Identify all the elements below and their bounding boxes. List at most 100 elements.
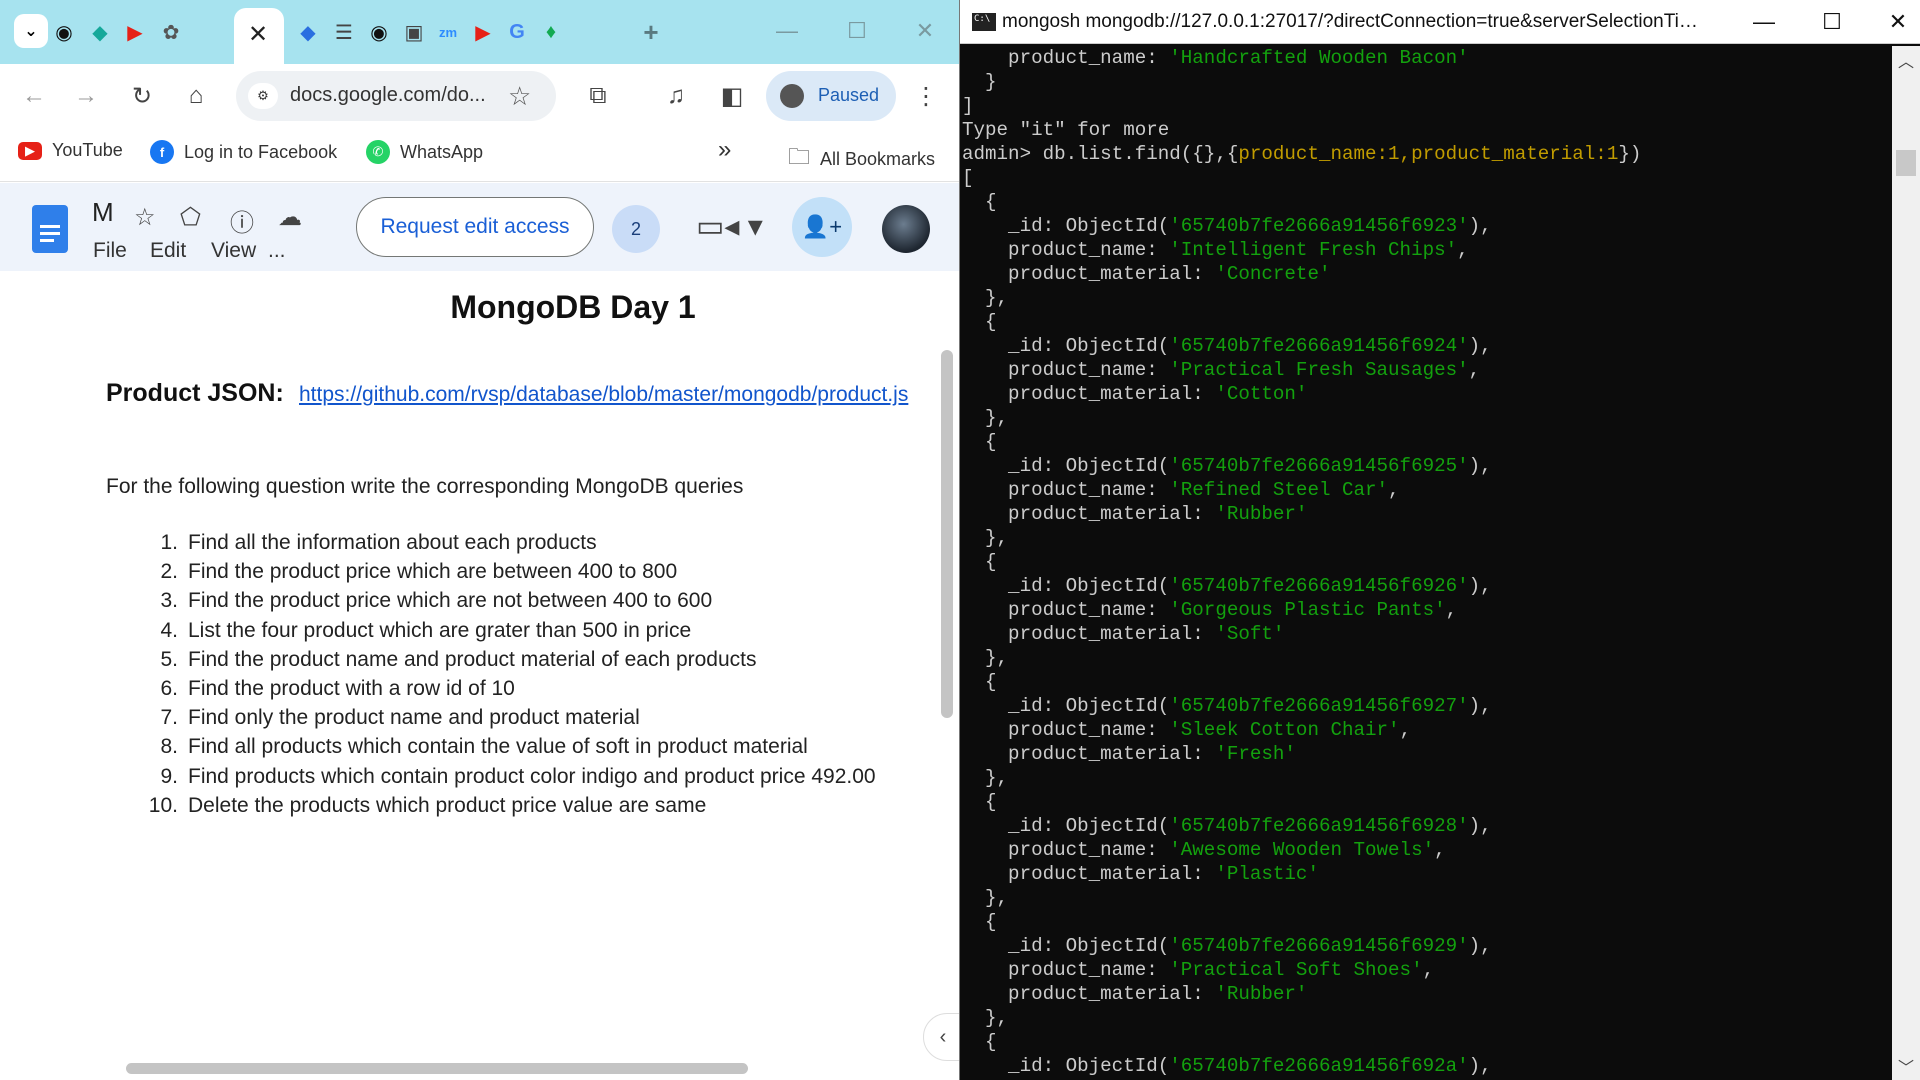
close-tab-icon[interactable]: ✕	[248, 20, 268, 49]
terminal-output[interactable]: product_name: 'Handcrafted Wooden Bacon'…	[962, 46, 1892, 1080]
menu-view[interactable]: View	[211, 239, 256, 263]
question-number: 8.	[160, 735, 178, 759]
profile-paused-button[interactable]: Paused	[766, 71, 896, 121]
menu-edit[interactable]: Edit	[150, 239, 186, 263]
bookmark-label: WhatsApp	[400, 141, 484, 162]
terminal-line: },	[962, 527, 1009, 549]
avatar[interactable]	[882, 205, 930, 253]
request-edit-access-button[interactable]: Request edit access	[356, 197, 594, 257]
youtube-icon: ▶	[18, 141, 42, 160]
terminal-line: ]	[962, 95, 974, 117]
tab-youtube-icon[interactable]: ▶	[120, 17, 150, 47]
scroll-thumb[interactable]	[1896, 150, 1916, 176]
tab-jira-icon[interactable]: ◆	[293, 17, 323, 47]
minimize-icon[interactable]: —	[770, 14, 804, 48]
question-item: 8. Find all products which contain the va…	[138, 735, 876, 764]
bookmark-facebook[interactable]: f Log in to Facebook	[150, 140, 337, 164]
terminal-line: product_name: 'Practical Soft Shoes',	[962, 959, 1435, 981]
terminal-line: product_name: 'Intelligent Fresh Chips',	[962, 239, 1469, 261]
new-tab-button[interactable]: +	[636, 17, 666, 47]
tab-github-icon[interactable]: ◉	[49, 17, 79, 47]
menu-more[interactable]: ...	[268, 239, 286, 263]
tab-chatgpt-icon[interactable]: ✿	[156, 17, 186, 47]
star-icon[interactable]: ☆	[134, 203, 156, 232]
question-item: 5. Find the product name and product mate…	[138, 648, 876, 677]
collaborators-badge[interactable]: 2	[612, 205, 660, 253]
minimize-icon[interactable]: —	[1744, 6, 1784, 38]
maximize-icon[interactable]: ☐	[1812, 6, 1852, 38]
tab-zoom-icon[interactable]: zm	[433, 17, 463, 47]
question-item: 2. Find the product price which are betwe…	[138, 560, 876, 589]
tab-google-icon[interactable]: G	[502, 17, 532, 47]
question-number: 6.	[160, 676, 178, 700]
product-json-link[interactable]: https://github.com/rvsp/database/blob/ma…	[299, 383, 908, 407]
all-bookmarks-button[interactable]: 🗀 All Bookmarks	[788, 140, 935, 178]
horizontal-scrollbar[interactable]	[126, 1063, 748, 1074]
scroll-down-icon[interactable]: ﹀	[1892, 1054, 1920, 1078]
tab-class-icon[interactable]: ▣	[399, 17, 429, 47]
cloud-status-icon[interactable]: ☁	[278, 203, 302, 232]
google-docs-icon[interactable]	[32, 205, 68, 253]
terminal-line: {	[962, 311, 997, 333]
move-folder-icon[interactable]: ⬠	[180, 203, 201, 232]
question-text: Find all the information about each prod…	[188, 531, 597, 554]
terminal-line: },	[962, 647, 1009, 669]
maximize-icon[interactable]: ☐	[840, 14, 874, 48]
terminal-line: {	[962, 671, 997, 693]
terminal-line: product_material: 'Cotton'	[962, 383, 1308, 405]
tab-database-icon[interactable]: ☰	[329, 17, 359, 47]
chrome-menu-icon[interactable]: ⋮	[906, 76, 946, 116]
question-item: 7. Find only the product name and product…	[138, 706, 876, 735]
more-bookmarks-button[interactable]: »	[718, 136, 731, 164]
document-scrollbar[interactable]	[941, 350, 953, 718]
tab-strip: ⌄ ◉ ◆ ▶ ✿ ◆ ☰ ◉ ▣ zm ▶ G ♦ ✕ + — ☐ ✕	[0, 0, 959, 64]
tab-youtube-icon[interactable]: ▶	[468, 17, 498, 47]
terminal-line: _id: ObjectId('65740b7fe2666a91456f6927'…	[962, 695, 1492, 717]
terminal-line: },	[962, 887, 1009, 909]
terminal-line: [	[962, 167, 974, 189]
document-title[interactable]: M	[92, 197, 114, 228]
tab-mongodb-leaf-icon[interactable]: ♦	[536, 17, 566, 47]
question-text: Find only the product name and product m…	[188, 706, 640, 730]
question-list: 1. Find all the information about each pr…	[138, 531, 876, 823]
extensions-icon[interactable]: ⧉	[578, 76, 618, 116]
terminal-line: {	[962, 1031, 997, 1053]
document-page: MongoDB Day 1 Product JSON: https://gith…	[0, 271, 940, 1061]
terminal-scrollbar[interactable]: ︿ ﹀	[1892, 46, 1920, 1080]
docs-header: M ☆ ⬠ ⓘ ☁ File Edit View ... Request edi…	[0, 183, 959, 271]
folder-icon: 🗀	[788, 144, 811, 169]
add-people-icon[interactable]: 👤+	[792, 197, 852, 257]
home-icon[interactable]: ⌂	[176, 76, 216, 116]
meet-video-icon[interactable]: ▭◂ ▾	[696, 209, 763, 244]
close-window-icon[interactable]: ✕	[908, 14, 942, 48]
back-arrow-icon[interactable]: ←	[14, 76, 54, 116]
question-item: 3. Find the product price which are not b…	[138, 589, 876, 618]
terminal-line: {	[962, 551, 997, 573]
tab-github-icon[interactable]: ◉	[364, 17, 394, 47]
side-panel-icon[interactable]: ◧	[712, 76, 752, 116]
info-icon[interactable]: ⓘ	[230, 203, 254, 238]
question-text: Delete the products which product price …	[188, 793, 707, 817]
question-number: 1.	[160, 531, 178, 554]
terminal-line: },	[962, 767, 1009, 789]
address-bar[interactable]: ⚙ docs.google.com/do... ☆	[236, 71, 556, 121]
tab-google-docs-active[interactable]: ✕	[234, 8, 284, 64]
cmd-icon: C:\	[972, 13, 996, 31]
site-settings-icon[interactable]: ⚙	[248, 83, 278, 109]
forward-arrow-icon[interactable]: →	[66, 76, 106, 116]
menu-file[interactable]: File	[93, 239, 127, 263]
terminal-line: product_material: 'Rubber'	[962, 983, 1308, 1005]
bookmark-youtube[interactable]: ▶ YouTube	[18, 140, 123, 161]
reload-icon[interactable]: ↻	[122, 76, 162, 116]
bookmark-star-icon[interactable]: ☆	[508, 81, 531, 112]
url-text[interactable]: docs.google.com/do...	[290, 84, 486, 107]
tab-diamond-app-icon[interactable]: ◆	[85, 17, 115, 47]
tab-search-icon[interactable]: ⌄	[14, 14, 48, 48]
terminal-line: Type "it" for more	[962, 119, 1170, 141]
media-control-icon[interactable]: ♫	[656, 76, 696, 116]
bookmark-label: Log in to Facebook	[184, 141, 338, 162]
close-window-icon[interactable]: ✕	[1878, 6, 1918, 38]
bookmark-whatsapp[interactable]: ✆ WhatsApp	[366, 140, 483, 164]
scroll-up-icon[interactable]: ︿	[1892, 48, 1920, 72]
profile-avatar	[780, 84, 804, 108]
